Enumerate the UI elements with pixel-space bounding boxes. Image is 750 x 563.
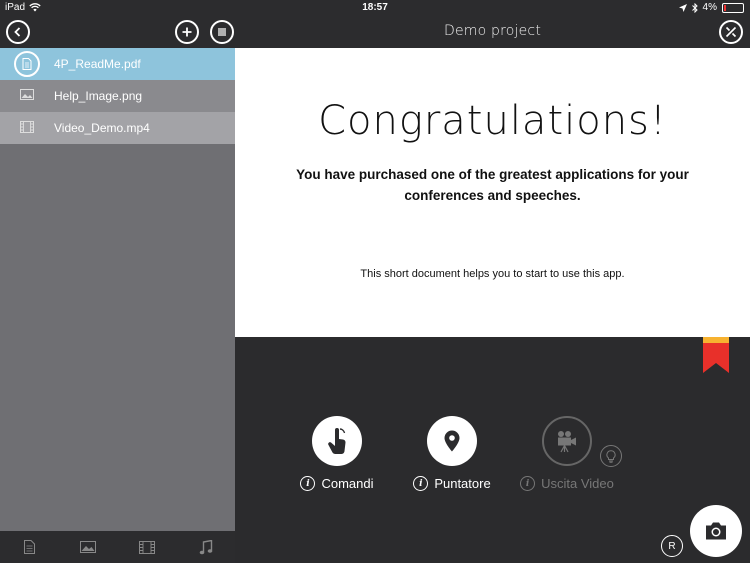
tab-images[interactable] <box>59 531 118 563</box>
pointer-button[interactable] <box>427 416 477 466</box>
document-body: This short document helps you to start t… <box>360 268 625 280</box>
music-note-icon <box>199 539 212 554</box>
list-menu-button[interactable] <box>210 20 234 44</box>
document-preview[interactable]: Congratulations! You have purchased one … <box>235 48 750 337</box>
pointer-label: Puntatore <box>434 476 491 491</box>
document-toolbar: Demo project <box>235 16 750 48</box>
commands-button[interactable] <box>312 416 362 466</box>
document-headline: Congratulations! <box>318 98 667 144</box>
plus-icon <box>182 27 192 37</box>
file-type-tabs <box>0 531 235 563</box>
status-bar: iPad 18:57 4% <box>0 0 750 16</box>
image-icon <box>20 89 34 103</box>
file-item-readme[interactable]: 4P_ReadMe.pdf <box>0 48 235 80</box>
presentation-controls: i Comandi i Puntatore i Uscita Video R <box>235 337 750 563</box>
tools-icon <box>725 26 737 38</box>
battery-percent: 4% <box>702 2 717 13</box>
tab-documents[interactable] <box>0 531 59 563</box>
chevron-left-icon <box>14 27 21 37</box>
battery-icon <box>722 2 744 13</box>
info-icon[interactable]: i <box>413 476 429 491</box>
file-list: 4P_ReadMe.pdf Help_Image.png Video_Demo.… <box>0 48 235 531</box>
info-icon[interactable]: i <box>300 476 316 491</box>
project-title: Demo project <box>443 23 542 39</box>
commands-control: i Comandi <box>277 416 397 491</box>
film-icon <box>20 120 34 136</box>
film-icon <box>138 540 155 554</box>
sidebar-toolbar <box>0 16 235 48</box>
video-output-button[interactable] <box>542 416 592 466</box>
image-icon <box>80 541 97 553</box>
tools-button[interactable] <box>719 20 743 44</box>
file-name: 4P_ReadMe.pdf <box>54 57 141 71</box>
file-name: Help_Image.png <box>54 89 143 103</box>
tab-videos[interactable] <box>118 531 177 563</box>
document-subtitle: You have purchased one of the greatest a… <box>296 167 689 203</box>
camera-icon <box>706 522 726 540</box>
lightbulb-icon[interactable] <box>600 445 622 467</box>
document-icon <box>23 540 35 554</box>
video-output-label: Uscita Video <box>541 476 614 491</box>
hand-gesture-icon <box>328 428 346 454</box>
back-button[interactable] <box>6 20 30 44</box>
r-button[interactable]: R <box>661 535 683 557</box>
add-button[interactable] <box>175 20 199 44</box>
camera-button[interactable] <box>690 505 742 557</box>
info-icon[interactable]: i <box>520 476 536 491</box>
file-item-video-demo[interactable]: Video_Demo.mp4 <box>0 112 235 144</box>
document-icon <box>14 51 40 77</box>
file-item-help-image[interactable]: Help_Image.png <box>0 80 235 112</box>
commands-label: Comandi <box>321 476 374 491</box>
clock: 18:57 <box>362 2 388 13</box>
map-pin-icon <box>444 430 460 452</box>
file-name: Video_Demo.mp4 <box>54 121 150 135</box>
movie-camera-icon <box>558 431 576 453</box>
bluetooth-icon <box>691 2 698 13</box>
list-icon <box>218 28 226 36</box>
pointer-control: i Puntatore <box>392 416 512 491</box>
bookmark-icon[interactable] <box>703 337 729 373</box>
location-arrow-icon <box>678 3 687 12</box>
tab-audio[interactable] <box>176 531 235 563</box>
